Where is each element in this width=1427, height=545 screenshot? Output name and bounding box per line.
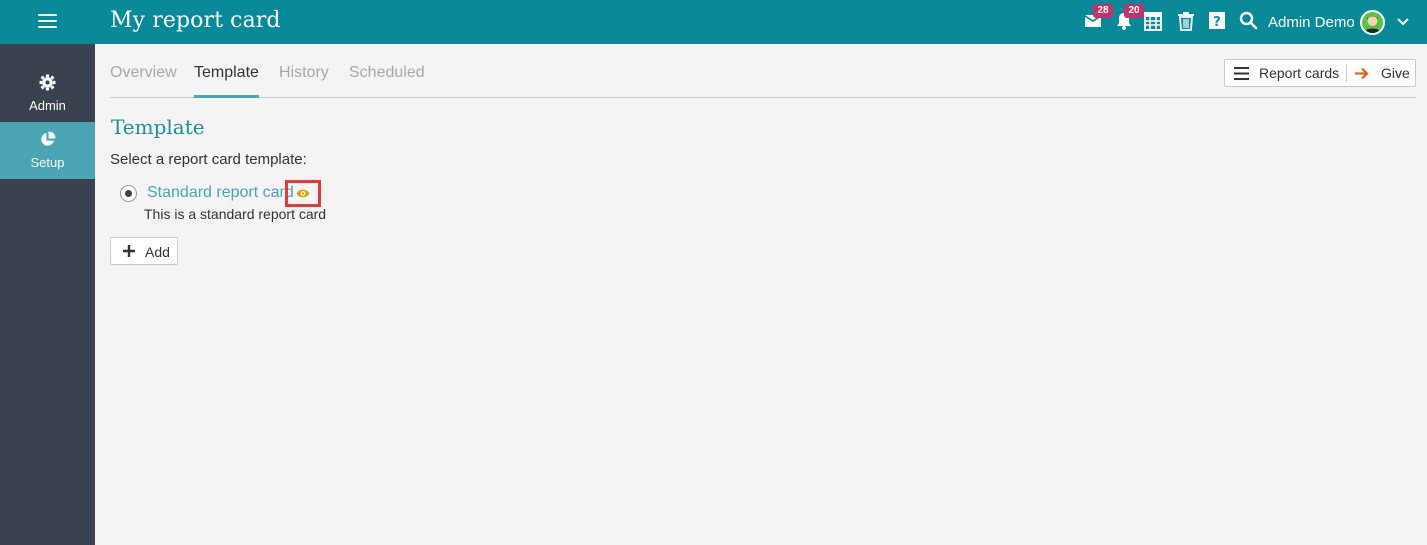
tab-history[interactable]: History (279, 64, 329, 82)
trash-button[interactable] (1177, 11, 1199, 33)
trash-icon (1178, 12, 1194, 31)
template-description: This is a standard report card (144, 206, 327, 222)
give-button[interactable]: Give (1347, 60, 1415, 86)
user-name[interactable]: Admin Demo (1268, 14, 1355, 31)
search-icon (1239, 11, 1258, 30)
mail-count-badge: 28 (1093, 4, 1113, 18)
tabs-divider (110, 97, 1416, 98)
svg-text:?: ? (1213, 15, 1221, 30)
mail-button[interactable]: 28 (1083, 4, 1113, 33)
report-cards-label: Report cards (1259, 65, 1340, 81)
help-button[interactable]: ? (1209, 11, 1231, 33)
tab-overview[interactable]: Overview (110, 64, 177, 82)
list-icon (1234, 67, 1249, 80)
sidebar-item-label: Admin (29, 98, 66, 113)
eye-icon (296, 189, 310, 198)
section-title: Template (111, 115, 205, 139)
notifications-count-badge: 20 (1124, 4, 1144, 18)
plus-icon (123, 245, 135, 257)
gear-icon (39, 74, 56, 91)
avatar[interactable] (1360, 10, 1385, 35)
search-button[interactable] (1239, 11, 1261, 33)
avatar-icon (1364, 16, 1381, 33)
page-title: My report card (110, 8, 281, 33)
notifications-button[interactable]: 20 (1114, 4, 1144, 33)
chevron-down-icon[interactable] (1396, 15, 1410, 29)
top-bar: My report card 28 20 ? Admin Demo (0, 0, 1427, 44)
template-name-link[interactable]: Standard report card (147, 184, 294, 202)
add-label: Add (145, 244, 170, 260)
sidebar-item-admin[interactable]: Admin (0, 65, 95, 122)
radio-selected-dot (125, 190, 132, 197)
sidebar-item-setup[interactable]: Setup (0, 122, 95, 179)
give-label: Give (1381, 65, 1410, 81)
tab-scheduled[interactable]: Scheduled (349, 64, 425, 82)
tab-template[interactable]: Template (194, 64, 259, 82)
pie-chart-icon (41, 131, 56, 146)
active-tab-indicator (194, 95, 259, 98)
help-icon: ? (1209, 12, 1225, 30)
calendar-button[interactable] (1144, 11, 1166, 33)
sidebar-item-label: Setup (30, 155, 65, 170)
add-template-button[interactable]: Add (110, 237, 178, 265)
template-radio[interactable] (120, 185, 137, 202)
select-template-label: Select a report card template: (110, 151, 307, 168)
report-cards-button[interactable]: Report cards (1225, 60, 1346, 86)
report-actions: Report cards Give (1224, 59, 1416, 87)
preview-template-button[interactable] (285, 180, 321, 207)
sidebar: Admin Setup (0, 44, 95, 545)
hamburger-icon[interactable] (38, 13, 57, 29)
arrow-right-icon (1355, 67, 1369, 80)
calendar-icon (1144, 12, 1162, 31)
